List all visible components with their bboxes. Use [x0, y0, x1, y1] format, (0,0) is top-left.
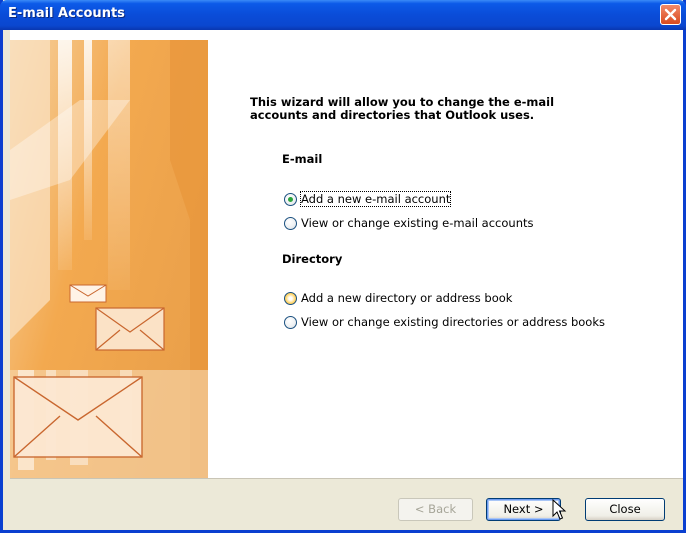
radio-label: View or change existing e-mail accounts: [301, 216, 534, 230]
close-button[interactable]: Close: [585, 498, 665, 521]
radio-view-directories[interactable]: View or change existing directories or a…: [284, 314, 605, 330]
radio-add-email-account[interactable]: Add a new e-mail account: [284, 191, 452, 207]
directory-group-title: Directory: [282, 252, 343, 266]
envelope-artwork: [10, 40, 208, 478]
radio-label: View or change existing directories or a…: [301, 315, 605, 329]
radio-view-email-accounts[interactable]: View or change existing e-mail accounts: [284, 215, 533, 231]
intro-line-2: accounts and directories that Outlook us…: [250, 108, 535, 122]
next-button[interactable]: Next >: [486, 498, 561, 521]
title-bar[interactable]: E-mail Accounts: [0, 0, 686, 30]
back-button[interactable]: < Back: [398, 498, 473, 521]
radio-button[interactable]: [284, 291, 297, 305]
radio-label: Add a new e-mail account: [299, 191, 452, 207]
radio-button[interactable]: [284, 216, 297, 230]
email-accounts-dialog: E-mail Accounts This wizard will allow y…: [0, 0, 686, 533]
email-group-title: E-mail: [282, 152, 323, 166]
radio-label: Add a new directory or address book: [301, 291, 513, 305]
mouse-cursor-icon: [552, 499, 567, 520]
wizard-content: This wizard will allow you to change the…: [10, 30, 683, 479]
close-icon: [664, 8, 677, 21]
radio-add-directory[interactable]: Add a new directory or address book: [284, 290, 512, 306]
window-title: E-mail Accounts: [8, 6, 125, 21]
intro-text: This wizard will allow you to change the…: [250, 96, 580, 122]
close-window-button[interactable]: [660, 4, 681, 25]
radio-button-checked[interactable]: [284, 192, 297, 206]
radio-button[interactable]: [284, 315, 297, 329]
